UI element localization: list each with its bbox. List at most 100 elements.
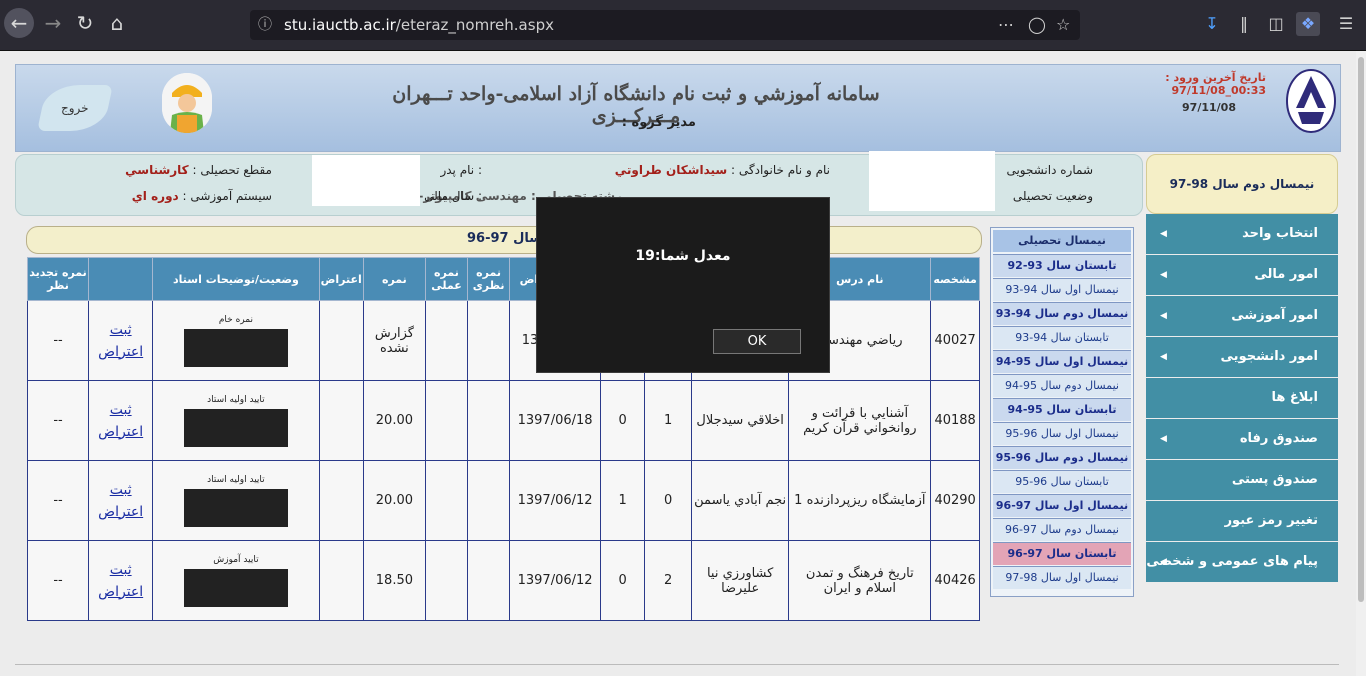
- reload-icon[interactable]: ↻: [70, 8, 100, 38]
- redacted-note: [183, 488, 288, 527]
- term-item[interactable]: تابستان سال 94-93: [993, 326, 1131, 349]
- table-header-row: مشخصه نام درس پایان اعتراض نمره نظری نمر…: [26, 257, 980, 301]
- forward-arrow-icon[interactable]: →: [38, 8, 68, 38]
- term-item[interactable]: نیمسال اول سال 98-97: [993, 566, 1131, 589]
- table-row: 40290 آزمايشگاه ريزپردازنده 1 نجم آبادي …: [26, 460, 980, 541]
- credit-cell: 0: [600, 380, 646, 461]
- scrollbar-thumb[interactable]: [1358, 57, 1364, 602]
- term-item[interactable]: نیمسال دوم سال 95-94: [993, 374, 1131, 397]
- objection-end-date: 1397/06/12: [509, 460, 602, 541]
- course-id: 40027: [930, 300, 980, 381]
- credit-cell: 2: [644, 540, 692, 621]
- sidebar-item-label: امور دانشجویی: [1220, 349, 1318, 364]
- sidebar-item-change-password[interactable]: تغییر رمز عبور: [1146, 501, 1338, 541]
- site-header: خروج سامانه آموزشي و ثبت نام دانشگاه آزا…: [15, 64, 1341, 152]
- redacted-note: [183, 408, 288, 447]
- term-item[interactable]: نیمسال اول سال 94-93: [993, 278, 1131, 301]
- submit-objection-link[interactable]: ثبت اعتراض: [98, 322, 143, 360]
- objection-cell: [318, 540, 364, 621]
- url-path: /eteraz_nomreh.aspx: [395, 16, 554, 34]
- theory-grade: [467, 540, 511, 621]
- practical-grade: [424, 300, 469, 381]
- extension-icon[interactable]: ❖: [1296, 12, 1320, 36]
- submit-objection-link[interactable]: ثبت اعتراض: [98, 562, 143, 600]
- current-term: نیمسال دوم سال 98-97: [1146, 154, 1338, 214]
- sidebar-item-mailbox[interactable]: صندوق پستی: [1146, 460, 1338, 500]
- university-logo: [1284, 68, 1338, 134]
- practical-grade: [424, 380, 469, 461]
- footer-divider: [15, 664, 1339, 665]
- sidebar-item-label: تغییر رمز عبور: [1224, 513, 1318, 528]
- ok-button[interactable]: OK: [713, 329, 801, 354]
- menu-icon[interactable]: ☰: [1334, 12, 1358, 36]
- library-icon[interactable]: ‖: [1232, 12, 1256, 36]
- info-icon[interactable]: ⓘ: [258, 10, 272, 40]
- academic-status-label: وضعیت تحصیلی: [1012, 189, 1093, 203]
- status-label: نمره خام: [218, 314, 253, 325]
- col-header: نمره: [362, 257, 426, 301]
- sidebar-item-course-selection[interactable]: ◀ انتخاب واحد: [1146, 214, 1338, 254]
- alert-message: معدل شما:19: [635, 248, 731, 264]
- credit-cell: 1: [600, 460, 646, 541]
- term-item[interactable]: تابستان سال 95-94: [993, 398, 1131, 421]
- sidebar-item-financial[interactable]: ◀ امور مالی: [1146, 255, 1338, 295]
- term-item-selected[interactable]: تابستان سال 97-96: [993, 542, 1131, 565]
- degree-level: مقطع تحصیلی : کارشناسي: [125, 163, 272, 177]
- sidebar-toggle-icon[interactable]: ◫: [1264, 12, 1288, 36]
- name-value: سیداشکان طراوتي: [614, 163, 728, 177]
- sidebar-item-messages[interactable]: ◀ پیام های عمومی و شخصی: [1146, 542, 1338, 582]
- col-header: مشخصه: [930, 257, 980, 301]
- user-avatar: [162, 73, 212, 133]
- more-icon[interactable]: ⋯: [998, 10, 1014, 40]
- sidebar-item-educational[interactable]: ◀ امور آموزشی: [1146, 296, 1338, 336]
- objection-end-date: 1397/06/12: [509, 540, 602, 621]
- submit-objection-link[interactable]: ثبت اعتراض: [98, 482, 143, 520]
- table-row: 40027 رياضي مهندسي 1397/06/2 گزارش نشده …: [26, 300, 980, 381]
- col-header: نمره تجدید نظر: [26, 257, 90, 301]
- objection-end-date: 1397/06/18: [509, 380, 602, 461]
- current-date: 97/11/08: [1182, 101, 1236, 114]
- sidebar-item-notices[interactable]: ابلاغ ها: [1146, 378, 1338, 418]
- bookmark-star-icon[interactable]: ☆: [1056, 10, 1070, 40]
- chevron-left-icon: ◀: [1160, 270, 1167, 280]
- teacher-name: کشاورزي نيا عليرضا: [690, 540, 790, 621]
- sidebar-item-label: صندوق پستی: [1231, 472, 1318, 487]
- term-item[interactable]: نیمسال دوم سال 96-95: [993, 446, 1131, 469]
- col-header: نمره نظری: [467, 257, 511, 301]
- url-host: stu.iauctb.ac.ir: [284, 16, 396, 34]
- sidebar-item-student-affairs[interactable]: ◀ امور دانشجویی: [1146, 337, 1338, 377]
- scrollbar[interactable]: [1356, 51, 1366, 676]
- term-item[interactable]: نیمسال اول سال 95-94: [993, 350, 1131, 373]
- submit-objection-link[interactable]: ثبت اعتراض: [98, 402, 143, 440]
- pocket-icon[interactable]: ◯: [1028, 10, 1046, 40]
- term-item[interactable]: تابستان سال 93-92: [993, 254, 1131, 277]
- term-item[interactable]: نیمسال اول سال 97-96: [993, 494, 1131, 517]
- theory-grade: [467, 460, 511, 541]
- status-label: تاييد آموزش: [213, 554, 259, 565]
- exit-button[interactable]: خروج: [37, 85, 113, 131]
- status-cell: تاييد اوليه استاد: [152, 460, 320, 541]
- address-bar[interactable]: ⓘ stu.iauctb.ac.ir/eteraz_nomreh.aspx ⋯ …: [250, 10, 1080, 40]
- back-arrow-icon[interactable]: ←: [4, 8, 34, 38]
- term-item[interactable]: نیمسال دوم سال 94-93: [993, 302, 1131, 325]
- redacted-block: [312, 155, 420, 206]
- teacher-name: اخلاقي سيدجلال: [690, 380, 790, 461]
- objection-cell: [318, 460, 364, 541]
- status-cell: تاييد اوليه استاد: [152, 380, 320, 461]
- status-label: تاييد اوليه استاد: [207, 474, 265, 485]
- course-id: 40426: [930, 540, 980, 621]
- father-name-label: نام پدر :: [440, 163, 482, 177]
- course-id: 40290: [930, 460, 980, 541]
- sidebar-item-welfare-fund[interactable]: ◀ صندوق رفاه: [1146, 419, 1338, 459]
- grade-cell: 20.00: [362, 380, 426, 461]
- term-item[interactable]: تابستان سال 96-95: [993, 470, 1131, 493]
- download-icon[interactable]: ↧: [1200, 12, 1224, 36]
- review-grade: --: [26, 300, 90, 381]
- home-icon[interactable]: ⌂: [102, 8, 132, 38]
- chevron-left-icon: ◀: [1160, 311, 1167, 321]
- fiscal-year-label: سال مالی :: [424, 189, 482, 203]
- teacher-name: نجم آبادي ياسمن: [690, 460, 790, 541]
- chevron-left-icon: ◀: [1160, 434, 1167, 444]
- term-item[interactable]: نیمسال اول سال 96-95: [993, 422, 1131, 445]
- term-item[interactable]: نیمسال دوم سال 97-96: [993, 518, 1131, 541]
